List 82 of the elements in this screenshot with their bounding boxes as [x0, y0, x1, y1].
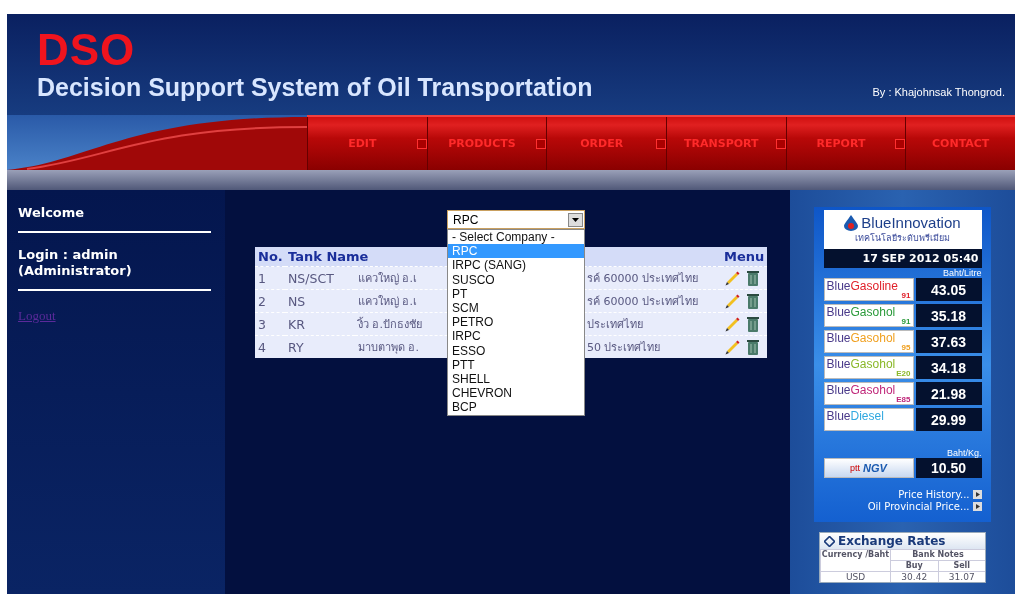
- play-icon: [972, 490, 982, 499]
- table-cell: KR: [285, 312, 355, 336]
- welcome-text: Welcome: [18, 205, 86, 221]
- square-icon: [656, 138, 666, 149]
- column-header: Menu: [721, 247, 767, 267]
- author-credit: By : Khajohnsak Thongrod.: [872, 86, 1005, 98]
- price-value: 35.18: [915, 304, 982, 327]
- square-icon: [416, 138, 427, 149]
- unit-label: Baht/Kg.: [945, 448, 982, 458]
- login-text: Login : admin (Administrator): [18, 247, 133, 279]
- table-cell: NS/SCT: [285, 266, 355, 290]
- price-value: 29.99: [915, 408, 982, 431]
- address-text: มาบตาพุด อ.: [358, 340, 420, 356]
- address-text: แควใหญ่ อ.เ: [358, 294, 418, 310]
- dropdown-option[interactable]: IRPC: [448, 329, 584, 344]
- fuel-label: BlueGasohol 91: [823, 304, 914, 327]
- tagline-text: เทคโนโลยีระดับพรีเมียม: [855, 232, 950, 245]
- address-text: รค์ 60000 ประเทศไทย: [587, 271, 698, 287]
- fuel-label: BlueGasohol E20: [823, 356, 914, 379]
- price-link[interactable]: Oil Provincial Price...: [867, 501, 982, 512]
- unit-label: Baht/Litre: [941, 268, 982, 278]
- price-link[interactable]: Price History...: [898, 489, 982, 500]
- dropdown-option[interactable]: CHEVRON: [448, 386, 584, 401]
- address-text: แควใหญ่ อ.เ: [358, 271, 418, 287]
- table-cell: 2: [255, 289, 285, 313]
- price-value: 10.50: [915, 458, 982, 478]
- logo-text: DSO: [37, 28, 137, 72]
- price-value: 37.63: [915, 330, 982, 353]
- date-text: 17 SEP 2012 05:40: [823, 249, 982, 268]
- fuel-label: BlueGasohol 95: [823, 330, 914, 353]
- dropdown-option[interactable]: SCM: [448, 301, 584, 316]
- table-cell: NS: [285, 289, 355, 313]
- column-header: Currency /Baht: [820, 549, 890, 571]
- square-icon: [536, 138, 547, 149]
- dropdown-option[interactable]: ESSO: [448, 343, 584, 358]
- play-icon: [972, 502, 982, 511]
- trash-icon[interactable]: [746, 339, 760, 355]
- dropdown-option[interactable]: PTT: [448, 357, 584, 373]
- column-header: Sell: [937, 560, 985, 571]
- table-cell: 1: [255, 266, 285, 290]
- pencil-icon[interactable]: [724, 270, 740, 286]
- pencil-icon[interactable]: [724, 316, 740, 332]
- dropdown-option[interactable]: SHELL: [448, 372, 584, 387]
- diamond-icon: [824, 535, 835, 547]
- trash-icon[interactable]: [746, 293, 760, 309]
- dropdown-option[interactable]: - Select Company -: [448, 230, 584, 245]
- dropdown-option[interactable]: PETRO: [448, 315, 584, 330]
- pencil-icon[interactable]: [724, 293, 740, 309]
- table-cell: 30.42: [890, 571, 938, 582]
- ngv-logo: ptt NGV: [823, 458, 914, 478]
- address-text: งิ้ว อ.ปักธงชัย: [358, 316, 423, 333]
- fuel-label: BlueGasohol E85: [823, 382, 914, 405]
- square-icon: [775, 138, 786, 149]
- column-header: Buy: [890, 560, 938, 571]
- pencil-icon[interactable]: [724, 339, 740, 355]
- exchange-title: Exchange Rates: [838, 534, 946, 548]
- fuel-label: BlueGasoline 91: [823, 278, 914, 301]
- column-header: Bank Notes: [890, 549, 985, 560]
- table-cell: 3: [255, 312, 285, 336]
- table-cell: USD: [820, 571, 890, 582]
- dropdown-option[interactable]: PT: [448, 286, 584, 301]
- trash-icon[interactable]: [746, 270, 760, 286]
- fuel-label: BlueDiesel: [823, 408, 914, 431]
- price-value: 34.18: [915, 356, 982, 379]
- column-header: No.: [255, 247, 285, 267]
- drop-icon: [844, 214, 859, 231]
- company-select[interactable]: RPC: [447, 210, 585, 229]
- dropdown-option[interactable]: SUSCO: [448, 272, 584, 287]
- address-text: ประเทศไทย: [587, 317, 643, 333]
- brand-name: BlueInnovation: [861, 214, 961, 231]
- price-value: 21.98: [915, 382, 982, 405]
- table-cell: RY: [285, 335, 355, 358]
- caret-icon: [572, 217, 579, 222]
- square-icon: [895, 138, 906, 149]
- site-title: Decision Support System of Oil Transportation: [37, 72, 593, 102]
- table-cell: 31.07: [937, 571, 985, 582]
- price-value: 43.05: [915, 278, 982, 301]
- address-text: 50 ประเทศไทย: [587, 340, 661, 356]
- trash-icon[interactable]: [746, 316, 760, 332]
- address-text: รค์ 60000 ประเทศไทย: [587, 294, 698, 310]
- table-cell: 4: [255, 335, 285, 358]
- dropdown-option[interactable]: BCP: [448, 400, 584, 415]
